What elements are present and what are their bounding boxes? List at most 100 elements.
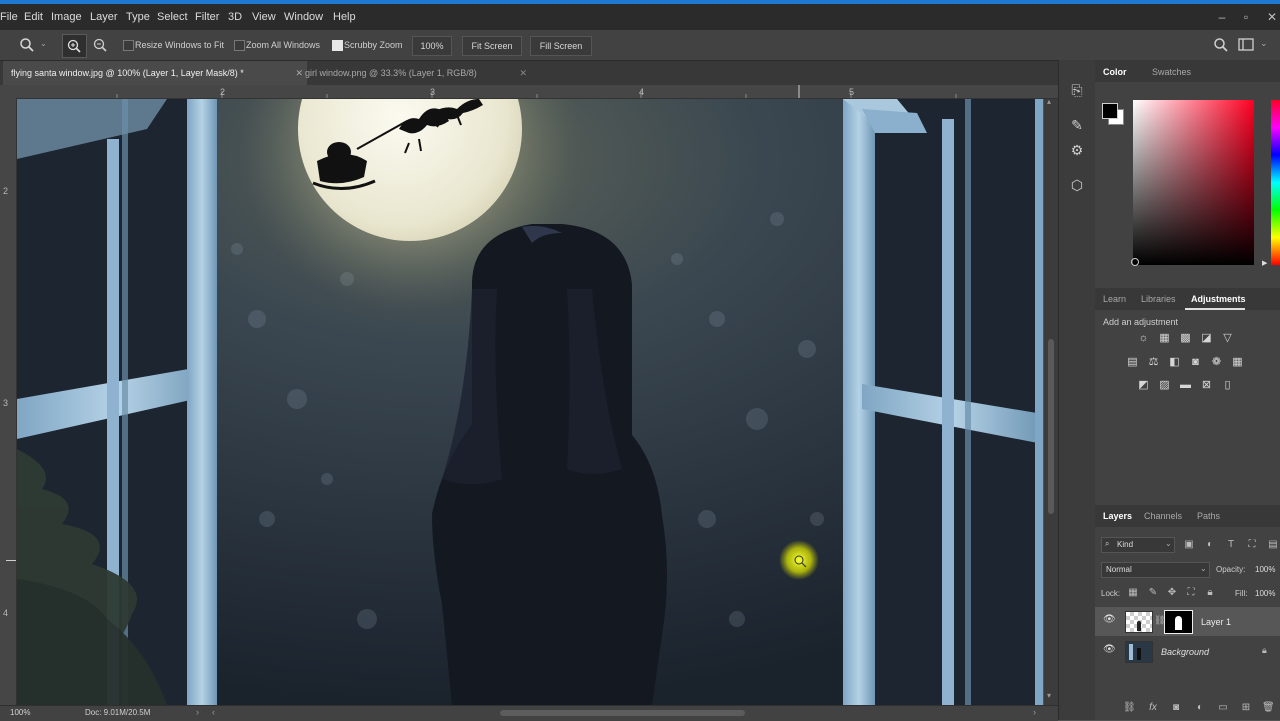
selective-color-icon[interactable]: ⊠ <box>1200 379 1213 392</box>
lock-artboard-icon[interactable]: ⛶ <box>1185 587 1197 599</box>
channel-mixer-icon[interactable]: ❁ <box>1210 356 1223 369</box>
posterize-icon[interactable]: ▨ <box>1158 379 1171 392</box>
threshold-icon[interactable]: ▬ <box>1179 379 1192 392</box>
menu-image[interactable]: Image <box>51 11 82 23</box>
menu-view[interactable]: View <box>252 11 276 23</box>
workspace-chevron-icon[interactable]: ⌄ <box>1260 38 1268 49</box>
menu-file[interactable]: File <box>0 11 18 23</box>
delete-layer-icon[interactable]: 🗑︎ <box>1262 702 1275 714</box>
link-layers-icon[interactable]: ⛓ <box>1123 702 1136 714</box>
status-more-icon[interactable]: › <box>196 707 199 717</box>
layer-filter-kind[interactable]: ⌕ Kind ⌄ <box>1101 537 1175 553</box>
menu-filter[interactable]: Filter <box>195 11 219 23</box>
status-zoom[interactable]: 100% <box>10 708 30 717</box>
tab-color[interactable]: Color <box>1103 67 1127 77</box>
zoom-all-checkbox[interactable] <box>234 40 245 51</box>
visibility-eye-icon[interactable]: 👁︎ <box>1103 614 1116 625</box>
history-icon[interactable]: ⎘ <box>1067 80 1087 100</box>
scroll-up-icon[interactable]: ▴ <box>1047 97 1051 106</box>
properties-icon[interactable]: ⚙ <box>1067 140 1087 160</box>
canvas-vertical-scrollbar[interactable]: ▴ ▾ <box>1044 97 1058 705</box>
menu-type[interactable]: Type <box>126 11 150 23</box>
exposure-icon[interactable]: ◪ <box>1200 332 1213 345</box>
black-white-icon[interactable]: ◧ <box>1168 356 1181 369</box>
new-layer-icon[interactable]: ⊞ <box>1240 702 1252 714</box>
3d-cube-icon[interactable]: ⬡ <box>1067 175 1087 195</box>
new-group-icon[interactable]: ▭ <box>1217 702 1229 714</box>
new-adjustment-layer-icon[interactable]: ◐ <box>1194 702 1206 714</box>
hue-slider[interactable] <box>1271 100 1280 265</box>
color-lookup-icon[interactable]: ▦ <box>1231 356 1244 369</box>
color-field[interactable] <box>1133 100 1254 265</box>
layer-row-layer-1[interactable]: 👁︎ ⛓ Layer 1 <box>1095 607 1280 636</box>
workspace-icon[interactable] <box>1238 38 1256 52</box>
layer-row-background[interactable]: 👁︎ Background 🔒︎ <box>1095 637 1280 666</box>
hue-saturation-icon[interactable]: ▤ <box>1126 356 1139 369</box>
fill-screen-button[interactable]: Fill Screen <box>530 36 592 56</box>
scroll-down-icon[interactable]: ▾ <box>1047 691 1051 700</box>
tab-paths[interactable]: Paths <box>1197 511 1220 521</box>
tab-layers[interactable]: Layers <box>1103 511 1132 521</box>
minimize-icon[interactable]: – <box>1214 10 1230 24</box>
menu-edit[interactable]: Edit <box>24 11 43 23</box>
tab-channels[interactable]: Channels <box>1144 511 1182 521</box>
layer-name[interactable]: Layer 1 <box>1201 617 1231 627</box>
levels-icon[interactable]: ▦ <box>1158 332 1171 345</box>
color-picker-ring[interactable] <box>1131 258 1139 266</box>
tool-preset-chevron-icon[interactable]: ⌄ <box>40 39 47 48</box>
menu-window[interactable]: Window <box>284 11 323 23</box>
close-icon[interactable]: ✕ <box>1264 10 1280 24</box>
vibrance-icon[interactable]: ▽ <box>1221 332 1234 345</box>
opacity-field[interactable]: 100% <box>1255 565 1275 574</box>
menu-layer[interactable]: Layer <box>90 11 118 23</box>
maximize-icon[interactable]: ▫ <box>1238 10 1254 24</box>
filter-type-icon[interactable]: T <box>1225 539 1237 551</box>
lock-all-icon[interactable]: 🔒︎ <box>1204 587 1216 599</box>
tab-libraries[interactable]: Libraries <box>1141 294 1176 304</box>
layer-name[interactable]: Background <box>1161 647 1209 657</box>
menu-select[interactable]: Select <box>157 11 188 23</box>
hscroll-left-icon[interactable]: ‹ <box>212 707 215 717</box>
hue-slider-arrow-icon[interactable]: ▶ <box>1262 259 1267 267</box>
lock-position-icon[interactable]: ✥ <box>1166 587 1178 599</box>
zoom-tool-icon[interactable] <box>19 37 35 53</box>
document-canvas[interactable] <box>17 99 1043 705</box>
invert-icon[interactable]: ◩ <box>1137 379 1150 392</box>
tab-learn[interactable]: Learn <box>1103 294 1126 304</box>
filter-pixel-icon[interactable]: ▣ <box>1183 539 1195 551</box>
filter-adjustment-icon[interactable]: ◐ <box>1204 539 1216 551</box>
resize-windows-checkbox[interactable] <box>123 40 134 51</box>
tab-swatches[interactable]: Swatches <box>1152 67 1191 77</box>
menu-3d[interactable]: 3D <box>228 11 242 23</box>
blend-mode-select[interactable]: Normal ⌄ <box>1101 562 1210 578</box>
layer-style-fx-icon[interactable]: fx <box>1147 702 1159 714</box>
menu-help[interactable]: Help <box>333 11 356 23</box>
gradient-map-icon[interactable]: ▯ <box>1221 379 1234 392</box>
tab-flying-santa[interactable]: flying santa window.jpg @ 100% (Layer 1,… <box>3 61 307 85</box>
scrubby-zoom-checkbox[interactable] <box>332 40 343 51</box>
zoom-in-button[interactable] <box>62 34 87 58</box>
scroll-thumb[interactable] <box>1048 339 1054 514</box>
zoom-out-icon[interactable] <box>91 36 109 54</box>
tab-close-icon[interactable]: ✕ <box>519 61 527 85</box>
color-balance-icon[interactable]: ⚖ <box>1147 356 1160 369</box>
brightness-contrast-icon[interactable]: ☼ <box>1137 332 1150 345</box>
foreground-color-swatch[interactable] <box>1102 103 1118 119</box>
search-icon[interactable] <box>1213 37 1229 53</box>
layer-mask-thumbnail[interactable] <box>1164 610 1193 634</box>
tab-adjustments[interactable]: Adjustments <box>1191 294 1246 304</box>
lock-transparent-icon[interactable]: ▦ <box>1127 587 1139 599</box>
filter-shape-icon[interactable]: ⛶ <box>1246 539 1258 551</box>
filter-smart-object-icon[interactable]: ▤ <box>1267 539 1279 551</box>
zoom-value-field[interactable]: 100% <box>412 36 452 56</box>
photo-filter-icon[interactable]: ◙ <box>1189 356 1202 369</box>
fit-screen-button[interactable]: Fit Screen <box>462 36 522 56</box>
brush-settings-icon[interactable]: ✎ <box>1067 115 1087 135</box>
tab-girl-window[interactable]: girl window.png @ 33.3% (Layer 1, RGB/8)… <box>297 61 533 85</box>
curves-icon[interactable]: ▩ <box>1179 332 1192 345</box>
hscroll-right-icon[interactable]: › <box>1033 707 1036 717</box>
hscroll-thumb[interactable] <box>500 710 745 716</box>
visibility-eye-icon[interactable]: 👁︎ <box>1103 644 1116 655</box>
fill-field[interactable]: 100% <box>1255 589 1275 598</box>
lock-image-icon[interactable]: ✎ <box>1147 587 1159 599</box>
